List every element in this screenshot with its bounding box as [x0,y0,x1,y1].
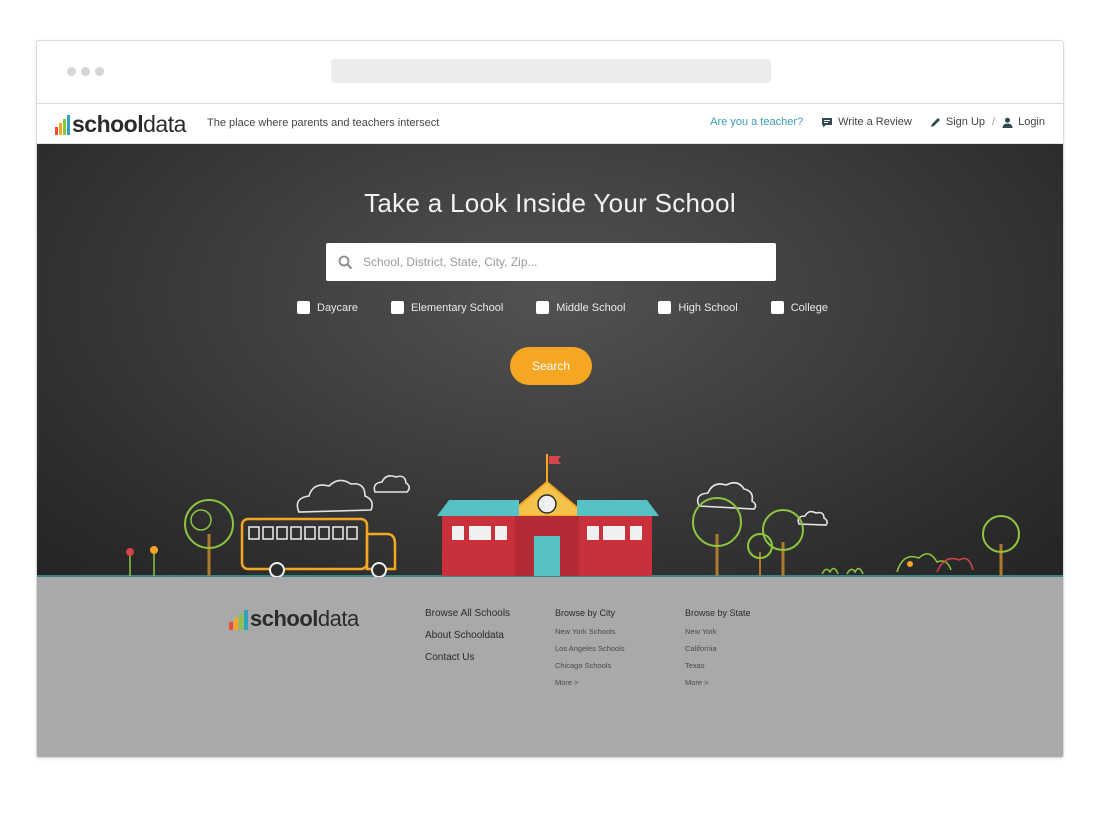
search-input[interactable] [363,255,743,269]
tagline: The place where parents and teachers int… [207,117,440,129]
school-bus-icon [240,517,397,577]
address-bar[interactable] [331,59,771,83]
brand-logo[interactable]: school data [55,111,186,137]
filter-label: College [790,301,829,314]
filter-high[interactable]: High School [658,301,738,314]
school-type-filters: Daycare Elementary School Middle School … [297,301,828,314]
browse-by-city: Browse by City New York Schools Los Ange… [555,608,625,695]
browser-chrome [37,41,1063,104]
nav-separator: / [992,116,996,128]
window-dot[interactable] [67,67,76,76]
filter-middle[interactable]: Middle School [536,301,625,314]
logo-word-light: data [143,111,186,137]
search-button[interactable]: Search [510,347,592,385]
chalk-drawing [37,454,1063,577]
sign-up-link[interactable]: Sign Up [930,116,985,128]
user-icon [1002,117,1013,128]
city-heading: Browse by City [555,608,616,618]
school-house-icon [437,454,659,576]
site-footer: school data Browse All Schools About Scho… [37,577,1063,757]
login-label: Login [1018,116,1045,128]
search-icon [338,255,353,269]
filter-label: Middle School [556,301,626,314]
filter-label: Daycare [317,301,358,314]
hero-title: Take a Look Inside Your School [364,188,736,218]
checkbox[interactable] [770,301,784,314]
chalkboard-hero: Take a Look Inside Your School Daycare E… [37,144,1063,577]
tree-icon [692,497,1020,576]
window-dot[interactable] [95,67,104,76]
browser-window: school data The place where parents and t… [36,40,1064,758]
filter-label: Elementary School [410,301,504,314]
checkbox[interactable] [390,301,404,314]
logo-bars-icon [55,115,70,135]
filter-daycare[interactable]: Daycare [297,301,358,314]
filter-college[interactable]: College [770,301,829,314]
logo-word-bold: school [250,606,318,631]
logo-word-light: data [317,606,359,631]
state-more-link[interactable]: More > [685,678,751,687]
city-link[interactable]: Chicago Schools [555,661,625,670]
browse-all-schools-link[interactable]: Browse All Schools [425,608,510,619]
contact-link[interactable]: Contact Us [425,652,510,663]
state-link[interactable]: Texas [685,661,751,670]
state-link[interactable]: New York [685,627,751,636]
comment-icon [822,117,833,127]
checkbox[interactable] [658,301,672,314]
sign-up-label: Sign Up [945,116,986,128]
about-link[interactable]: About Schooldata [425,630,510,641]
write-review-link[interactable]: Write a Review [821,116,912,128]
search-box [326,243,776,281]
checkbox[interactable] [536,301,550,314]
logo-word-bold: school [72,111,144,137]
login-link[interactable]: Login [1002,116,1045,128]
browse-by-state: Browse by State New York California Texa… [685,608,751,695]
checkbox[interactable] [297,301,310,314]
filter-elementary[interactable]: Elementary School [390,301,504,314]
footer-logo[interactable]: school data [229,608,359,630]
tree-icon [184,499,234,576]
footer-main-links: Browse All Schools About Schooldata Cont… [425,608,510,674]
teacher-link[interactable]: Are you a teacher? [710,116,803,128]
write-review-label: Write a Review [838,116,912,128]
bush-icon [821,553,974,575]
window-dot[interactable] [81,67,90,76]
city-more-link[interactable]: More > [555,678,625,687]
nav-actions: Are you a teacher? Write a Review Sign U… [710,116,1045,128]
pencil-icon [930,117,940,127]
city-link[interactable]: New York Schools [555,627,625,636]
city-link[interactable]: Los Angeles Schools [555,644,625,653]
flower-icon [126,546,158,576]
top-navbar: school data The place where parents and t… [37,104,1063,144]
logo-bars-icon [229,610,248,630]
filter-label: High School [678,301,738,314]
state-link[interactable]: California [685,644,751,653]
state-heading: Browse by State [685,608,751,618]
